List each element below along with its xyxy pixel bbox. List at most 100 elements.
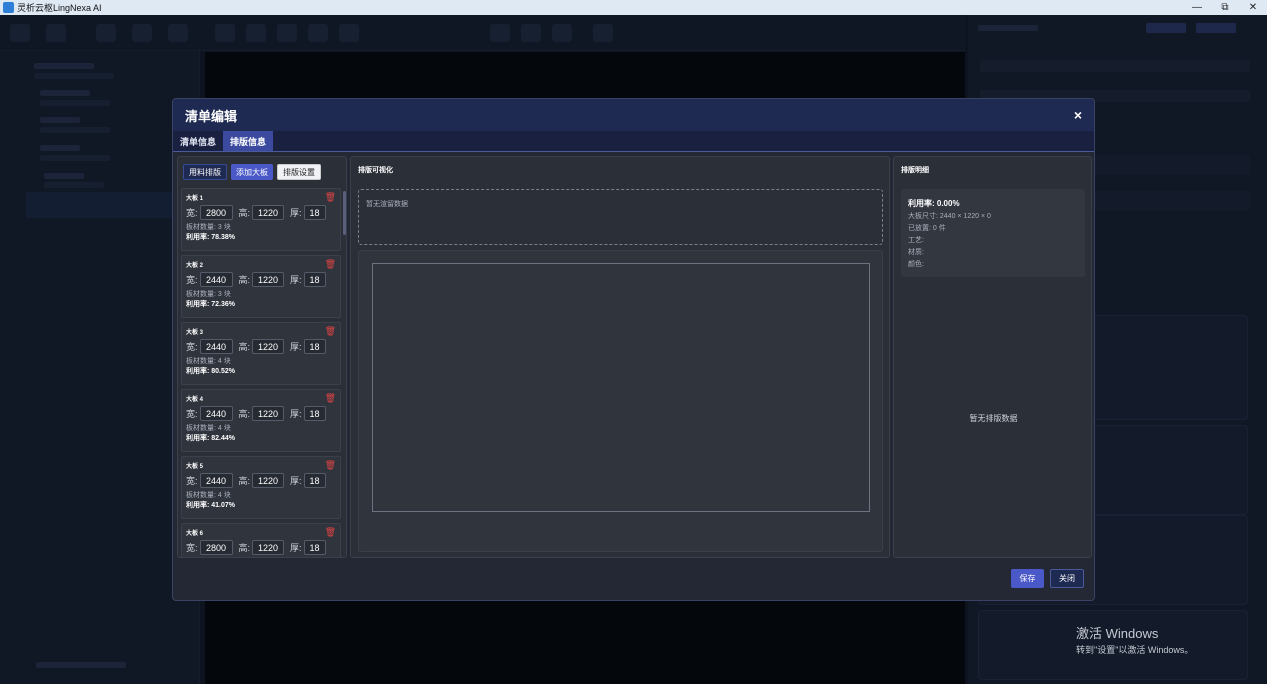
thickness-input[interactable]: 18 xyxy=(303,473,326,488)
thickness-input[interactable]: 18 xyxy=(303,540,326,555)
detail-material: 材质: xyxy=(908,249,924,256)
dialog-header: 清单编辑 × xyxy=(173,99,1094,131)
height-input[interactable]: 1220 xyxy=(252,205,285,220)
detail-empty-text: 暂无排版数据 xyxy=(969,414,1018,423)
thickness-label: 厚: xyxy=(290,476,302,486)
window-controls: — ⧉ ✕ xyxy=(1183,0,1267,15)
board-count: 板材数量: 4 块 xyxy=(186,492,231,499)
board-name: 大板 6 xyxy=(186,531,204,537)
detail-craft: 工艺: xyxy=(908,237,924,244)
height-label: 高: xyxy=(238,476,251,486)
delete-trash-icon[interactable]: 🗑 xyxy=(325,326,336,337)
remnant-dropzone[interactable]: 暂无渲留数据 xyxy=(358,189,883,245)
window-title: 灵析云枢LingNexa AI xyxy=(17,3,102,13)
height-label: 高: xyxy=(238,275,251,285)
height-input[interactable]: 1220 xyxy=(252,473,285,488)
board-utilization: 利用率: 72.36% xyxy=(186,301,236,308)
width-input[interactable]: 2440 xyxy=(199,473,233,488)
window-titlebar: 灵析云枢LingNexa AI — ⧉ ✕ xyxy=(0,0,1267,15)
dialog-close-icon[interactable]: × xyxy=(1074,107,1082,123)
width-label: 宽: xyxy=(186,342,198,352)
board-dims: 宽: 2440 高: 1220 厚: 18 xyxy=(186,339,340,354)
detail-summary-card: 利用率: 0.00% 大板尺寸: 2440 × 1220 × 0 已放置: 0 … xyxy=(901,189,1085,277)
layout-canvas[interactable] xyxy=(358,250,883,552)
restore-button[interactable]: ⧉ xyxy=(1211,0,1239,15)
board-count: 板材数量: 3 块 xyxy=(186,291,231,298)
add-board-button[interactable]: 添加大板 xyxy=(231,164,273,180)
thickness-label: 厚: xyxy=(290,342,302,352)
delete-trash-icon[interactable]: 🗑 xyxy=(325,393,336,404)
visualization-title: 排版可视化 xyxy=(358,167,393,174)
board-name: 大板 3 xyxy=(186,330,204,336)
width-label: 宽: xyxy=(186,275,198,285)
close-button[interactable]: 关闭 xyxy=(1050,569,1084,588)
board-card: 大板 4 🗑 宽: 2440 高: 1220 厚: 18 板材数量: 4 块 利… xyxy=(181,389,341,452)
detail-title: 排版明细 xyxy=(901,167,929,174)
save-button[interactable]: 保存 xyxy=(1011,569,1044,588)
height-label: 高: xyxy=(238,543,251,553)
tab-list-info[interactable]: 清单信息 xyxy=(173,131,223,151)
board-dims: 宽: 2800 高: 1220 厚: 18 xyxy=(186,205,340,220)
dialog-tabs: 清单信息 排版信息 xyxy=(173,131,1094,152)
board-dims: 宽: 2440 高: 1220 厚: 18 xyxy=(186,272,340,287)
board-actions: 用料排版 添加大板 排版设置 xyxy=(178,157,346,187)
thickness-input[interactable]: 18 xyxy=(303,272,326,287)
board-list-scrollbar[interactable] xyxy=(343,191,346,235)
board-utilization: 利用率: 41.07% xyxy=(186,502,236,509)
height-label: 高: xyxy=(238,342,251,352)
thickness-label: 厚: xyxy=(290,543,302,553)
board-count: 板材数量: 3 块 xyxy=(186,224,231,231)
minimize-button[interactable]: — xyxy=(1183,0,1211,15)
list-edit-dialog: 清单编辑 × 清单信息 排版信息 用料排版 添加大板 排版设置 大板 1 🗑 宽… xyxy=(172,98,1095,601)
delete-trash-icon[interactable]: 🗑 xyxy=(325,460,336,471)
detail-board-size: 大板尺寸: 2440 × 1220 × 0 xyxy=(908,213,991,220)
thickness-input[interactable]: 18 xyxy=(303,205,326,220)
width-label: 宽: xyxy=(186,409,198,419)
layout-settings-button[interactable]: 排版设置 xyxy=(277,164,321,180)
width-label: 宽: xyxy=(186,476,198,486)
delete-trash-icon[interactable]: 🗑 xyxy=(325,192,336,203)
board-name: 大板 2 xyxy=(186,263,204,269)
height-input[interactable]: 1220 xyxy=(252,540,285,555)
close-window-button[interactable]: ✕ xyxy=(1239,0,1267,15)
delete-trash-icon[interactable]: 🗑 xyxy=(325,527,336,538)
delete-trash-icon[interactable]: 🗑 xyxy=(325,259,336,270)
board-count: 板材数量: 4 块 xyxy=(186,425,231,432)
board-card: 大板 5 🗑 宽: 2440 高: 1220 厚: 18 板材数量: 4 块 利… xyxy=(181,456,341,519)
thickness-input[interactable]: 18 xyxy=(303,339,326,354)
width-input[interactable]: 2800 xyxy=(199,205,233,220)
tab-layout-info[interactable]: 排版信息 xyxy=(223,131,274,151)
width-input[interactable]: 2440 xyxy=(199,406,233,421)
activation-line2: 转到"设置"以激活 Windows。 xyxy=(1076,645,1194,655)
dialog-title: 清单编辑 xyxy=(185,108,238,124)
board-card: 大板 2 🗑 宽: 2440 高: 1220 厚: 18 板材数量: 3 块 利… xyxy=(181,255,341,318)
detail-color: 颜色: xyxy=(908,261,924,268)
board-name: 大板 4 xyxy=(186,397,204,403)
width-input[interactable]: 2800 xyxy=(199,540,233,555)
use-material-layout-button[interactable]: 用料排版 xyxy=(183,164,227,180)
board-count: 板材数量: 4 块 xyxy=(186,358,231,365)
width-input[interactable]: 2440 xyxy=(199,272,233,287)
height-input[interactable]: 1220 xyxy=(252,272,285,287)
board-utilization: 利用率: 78.38% xyxy=(186,234,236,241)
detail-placed: 已放置: 0 件 xyxy=(908,225,946,232)
layout-visualization-panel: 排版可视化 暂无渲留数据 xyxy=(350,156,890,558)
board-dims: 宽: 2440 高: 1220 厚: 18 xyxy=(186,406,340,421)
board-list: 大板 1 🗑 宽: 2800 高: 1220 厚: 18 板材数量: 3 块 利… xyxy=(178,188,344,557)
layout-detail-panel: 排版明细 利用率: 0.00% 大板尺寸: 2440 × 1220 × 0 已放… xyxy=(893,156,1092,558)
height-input[interactable]: 1220 xyxy=(252,339,285,354)
board-card: 大板 3 🗑 宽: 2440 高: 1220 厚: 18 板材数量: 4 块 利… xyxy=(181,322,341,385)
board-utilization: 利用率: 80.52% xyxy=(186,368,236,375)
app-logo-icon xyxy=(3,2,14,13)
height-label: 高: xyxy=(238,409,251,419)
board-list-panel: 用料排版 添加大板 排版设置 大板 1 🗑 宽: 2800 高: 1220 厚:… xyxy=(177,156,347,558)
thickness-label: 厚: xyxy=(290,208,302,218)
thickness-input[interactable]: 18 xyxy=(303,406,326,421)
board-card: 大板 6 🗑 宽: 2800 高: 1220 厚: 18 xyxy=(181,523,341,557)
height-label: 高: xyxy=(238,208,251,218)
height-input[interactable]: 1220 xyxy=(252,406,285,421)
windows-activation-watermark: 激活 Windows 转到"设置"以激活 Windows。 xyxy=(1076,623,1193,656)
board-sheet-outline xyxy=(372,263,870,512)
width-input[interactable]: 2440 xyxy=(199,339,233,354)
board-name: 大板 1 xyxy=(186,196,204,202)
